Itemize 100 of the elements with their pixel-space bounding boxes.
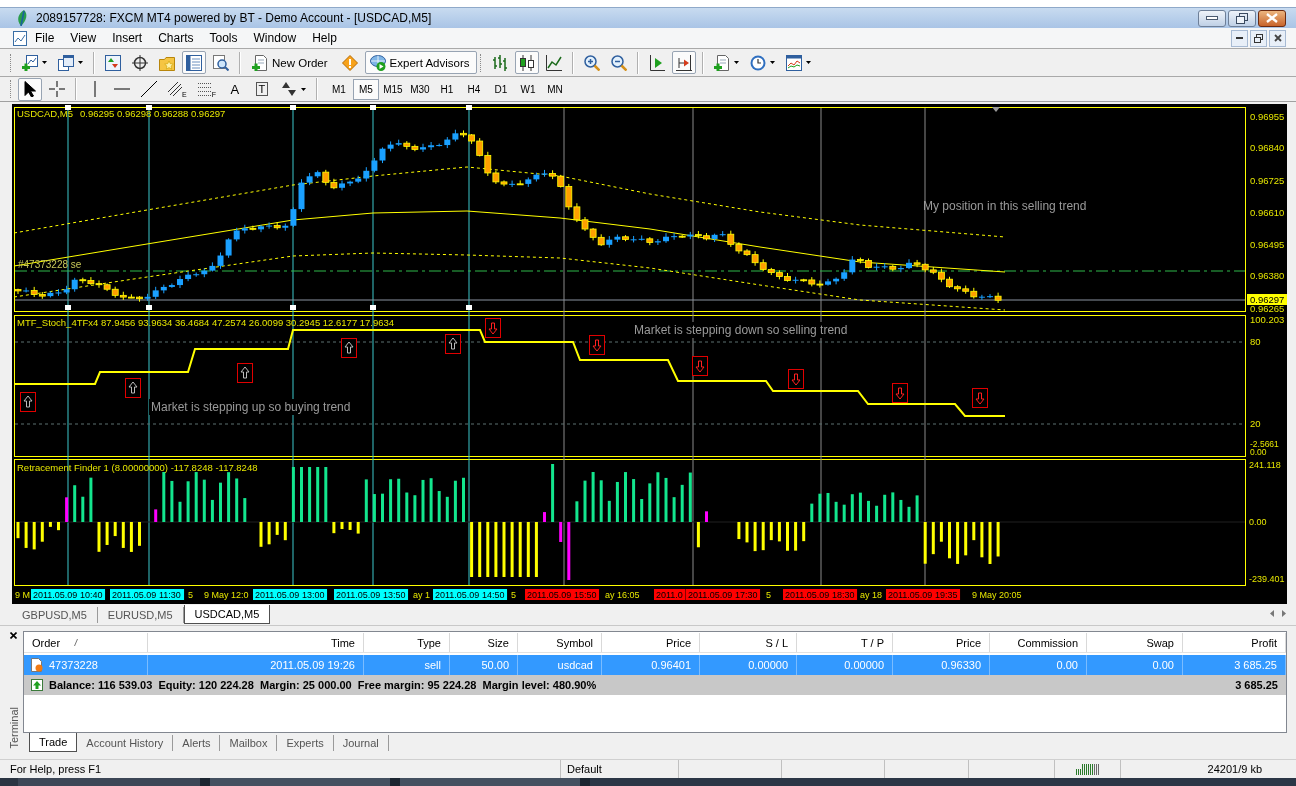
menu-item[interactable]: Help xyxy=(304,29,345,47)
timeframe-button[interactable]: W1 xyxy=(514,78,541,100)
restore-icon xyxy=(1254,33,1263,43)
menu-item[interactable]: Insert xyxy=(104,29,151,47)
up-down-arrows-icon xyxy=(105,54,121,71)
stochastic-scale-label: -2.5661 xyxy=(1250,439,1279,449)
column-header[interactable]: Time xyxy=(148,633,364,652)
up-arrow-icon xyxy=(31,679,43,691)
dotted-lines-icon xyxy=(197,82,212,96)
leaf-icon xyxy=(16,10,28,26)
terminal-tab[interactable]: Experts xyxy=(277,735,334,751)
time-label: ay 1 xyxy=(413,590,430,600)
right-arrow-icon[interactable] xyxy=(1282,610,1286,617)
text-tool-button[interactable]: A xyxy=(222,77,247,101)
timeframe-button[interactable]: D1 xyxy=(487,78,514,100)
magnifier-document-icon xyxy=(213,54,229,71)
column-header[interactable]: Swap xyxy=(1087,633,1183,652)
caret-icon xyxy=(42,61,47,64)
close-icon xyxy=(1273,34,1282,42)
time-label: 9 May 20:05 xyxy=(972,590,1022,600)
order-icon xyxy=(31,658,43,672)
time-marker: 2011.05.09 13:00 xyxy=(253,589,328,600)
time-marker: 2011.05.09 19:35 xyxy=(886,589,961,600)
column-header[interactable]: S / L xyxy=(700,633,797,652)
time-marker: 2011.0 xyxy=(654,589,686,600)
terminal-tab[interactable]: Mailbox xyxy=(220,735,278,751)
close-icon[interactable] xyxy=(10,632,17,639)
time-label: 5 xyxy=(766,590,771,600)
arrows-icon xyxy=(280,81,297,97)
column-header[interactable]: Order xyxy=(24,633,148,652)
timeframe-button[interactable]: MN xyxy=(541,78,568,100)
time-marker: 2011.05.09 18:30 xyxy=(783,589,858,600)
minimize-button[interactable] xyxy=(1198,9,1226,27)
text-tool-button[interactable]: T xyxy=(249,77,274,101)
timeframe-button[interactable]: M1 xyxy=(325,78,352,100)
column-header[interactable]: Profit xyxy=(1183,633,1286,652)
restore-button[interactable] xyxy=(1228,9,1256,27)
menu-item[interactable]: View xyxy=(62,29,105,47)
column-header[interactable]: Commission xyxy=(990,633,1087,652)
shift-arrow-icon xyxy=(675,54,692,71)
timeframe-button[interactable]: M5 xyxy=(352,78,379,100)
column-header[interactable]: Price xyxy=(602,633,700,652)
menu-item[interactable]: File xyxy=(27,29,63,47)
vertical-line-icon xyxy=(94,81,96,97)
menu-item[interactable]: Tools xyxy=(201,29,246,47)
column-header[interactable]: T / P xyxy=(797,633,893,652)
indicator-label: Retracement Finder 1 (8.00000000) -117.8248 -117.8248 xyxy=(17,462,258,473)
terminal-tab[interactable]: Alerts xyxy=(173,735,221,751)
time-label: 5 xyxy=(188,590,193,600)
menu-item[interactable]: Charts xyxy=(150,29,202,47)
price-scale-label: 0.96955 xyxy=(1250,111,1285,123)
chart-tab[interactable]: GBPUSD,M5 xyxy=(12,607,98,623)
account-summary: Balance: 116 539.03 Equity: 120 224.28 Margin: 25 000.00 Free margin: 95 224.28 Margin level: 480.90% xyxy=(48,679,598,691)
left-arrow-icon[interactable] xyxy=(1270,610,1274,617)
column-header[interactable]: Type xyxy=(364,633,450,652)
time-marker: 2011.05.09 15:50 xyxy=(525,589,600,600)
caret-icon xyxy=(769,61,775,64)
caret-icon xyxy=(733,61,739,64)
stochastic-scale-label: 100.203 xyxy=(1250,314,1285,325)
star-folder-icon xyxy=(159,54,175,71)
status-traffic: 24201/9 kb xyxy=(1207,763,1262,775)
restore-button[interactable] xyxy=(1250,29,1267,47)
toolbar-button[interactable] xyxy=(18,77,42,101)
column-header[interactable]: Symbol xyxy=(518,633,602,652)
total-profit: 3 685.25 xyxy=(1234,679,1279,691)
chart-tab[interactable]: USDCAD,M5 xyxy=(183,605,271,624)
timeframe-button[interactable]: M30 xyxy=(406,78,433,100)
caret-icon xyxy=(805,61,811,64)
status-profile: Default xyxy=(567,763,602,775)
price-scale-label: 0.96265 xyxy=(1250,303,1285,315)
column-header[interactable]: Price xyxy=(893,633,990,652)
menu-item[interactable]: Window xyxy=(245,29,305,47)
new-order-button[interactable]: New Order xyxy=(247,51,335,74)
timeframe-button[interactable]: H1 xyxy=(433,78,460,100)
price-scale-label: 0.96725 xyxy=(1250,175,1285,187)
toolbar-button[interactable] xyxy=(182,51,206,74)
zoom-out-icon xyxy=(610,54,627,71)
timeframe-button[interactable]: M15 xyxy=(379,78,406,100)
crosshair-icon xyxy=(132,54,148,71)
timeframe-button[interactable]: H4 xyxy=(460,78,487,100)
terminal-tab[interactable]: Journal xyxy=(333,735,389,751)
minimize-button[interactable] xyxy=(1231,29,1248,47)
histogram-scale-label: 241.118 xyxy=(1249,460,1281,470)
close-button[interactable] xyxy=(1258,9,1286,27)
close-button[interactable] xyxy=(1269,29,1286,47)
expert-advisors-button[interactable]: Expert Advisors xyxy=(364,51,477,74)
column-header[interactable]: Size xyxy=(450,633,518,652)
chart-window-icon xyxy=(785,54,802,71)
chart-tab[interactable]: EURUSD,M5 xyxy=(97,607,184,623)
toolbar-button[interactable] xyxy=(671,51,696,74)
time-marker: 2011.05.09 11:30 xyxy=(110,589,185,600)
stochastic-scale-label: 20 xyxy=(1250,418,1261,429)
terminal-tab[interactable]: Trade xyxy=(29,733,78,752)
minimize-icon xyxy=(1206,16,1218,20)
warning-icon xyxy=(341,54,358,71)
terminal-tab[interactable]: Account History xyxy=(77,735,174,751)
toolbar-button[interactable] xyxy=(514,51,539,74)
time-marker: 2011.05.09 13:50 xyxy=(334,589,409,600)
window-title: 2089157728: FXCM MT4 powered by BT - Demo Account - [USDCAD,M5] xyxy=(36,11,433,25)
status-help: For Help, press F1 xyxy=(10,763,102,775)
